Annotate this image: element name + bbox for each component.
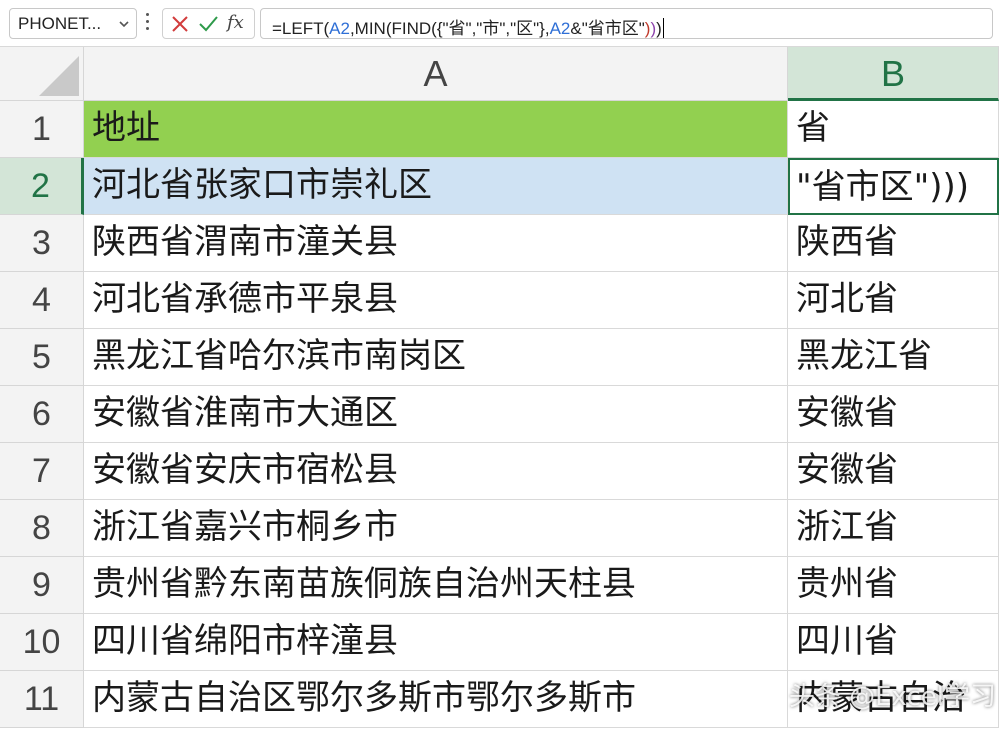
cell-a[interactable]: 地址 [84, 101, 788, 158]
column-header-b[interactable]: B [788, 47, 999, 101]
formula-token: ,MIN(FIND({"省","市","区"}, [349, 19, 550, 38]
cell-a[interactable]: 安徽省安庆市宿松县 [84, 443, 788, 500]
cell-b[interactable]: 陕西省 [788, 215, 999, 272]
row-header[interactable]: 5 [0, 329, 84, 386]
name-box-value: PHONET... [18, 14, 102, 33]
cell-b[interactable]: 浙江省 [788, 500, 999, 557]
cell-a[interactable]: 陕西省渭南市潼关县 [84, 215, 788, 272]
cell-b[interactable]: 贵州省 [788, 557, 999, 614]
formula-text: =LEFT(A2,MIN(FIND({"省","市","区"},A2&"省市区"… [272, 14, 664, 39]
formula-token: A2 [329, 19, 350, 38]
row-header[interactable]: 6 [0, 386, 84, 443]
formula-token: ) [656, 19, 662, 38]
cell-b[interactable]: 黑龙江省 [788, 329, 999, 386]
formula-actions: fx [162, 8, 255, 39]
cell-b[interactable]: 内蒙古自治 头条 @Excel学习 [788, 671, 999, 728]
cell-a[interactable]: 贵州省黔东南苗族侗族自治州天柱县 [84, 557, 788, 614]
close-icon[interactable] [169, 14, 191, 34]
cell-b-editing[interactable]: "省市区"))) [788, 158, 999, 215]
formula-bar-area: PHONET... fx =LEFT(A2,MIN(FIND({"省","市",… [0, 0, 999, 47]
formula-token: =LEFT( [272, 19, 330, 38]
cell-a[interactable]: 黑龙江省哈尔滨市南岗区 [84, 329, 788, 386]
check-icon[interactable] [197, 14, 219, 34]
column-header-a[interactable]: A [84, 47, 788, 101]
spreadsheet-grid: A B 1 地址省 2 河北省张家口市崇礼区 "省市区"))) 3 陕西省渭南市潼关县 陕西省 4 河… [0, 47, 999, 730]
fx-icon[interactable]: fx [227, 12, 249, 33]
formula-token: A2 [549, 19, 571, 38]
name-box[interactable]: PHONET... [9, 8, 137, 39]
row-header[interactable]: 1 [0, 101, 84, 158]
row-header[interactable]: 11 [0, 671, 84, 728]
cell-a[interactable]: 内蒙古自治区鄂尔多斯市鄂尔多斯市 [84, 671, 788, 728]
formula-token: &"省市区" [570, 19, 645, 38]
cell-a[interactable]: 河北省张家口市崇礼区 [84, 158, 788, 215]
row-header[interactable]: 8 [0, 500, 84, 557]
formula-input[interactable]: =LEFT(A2,MIN(FIND({"省","市","区"},A2&"省市区"… [260, 8, 993, 39]
cell-b[interactable]: 省 [788, 101, 999, 158]
row-header[interactable]: 3 [0, 215, 84, 272]
cell-a[interactable]: 浙江省嘉兴市桐乡市 [84, 500, 788, 557]
cell-b[interactable]: 四川省 [788, 614, 999, 671]
cell-a[interactable]: 河北省承德市平泉县 [84, 272, 788, 329]
cell-b[interactable]: 安徽省 [788, 386, 999, 443]
cell-b[interactable]: 安徽省 [788, 443, 999, 500]
row-header[interactable]: 4 [0, 272, 84, 329]
row-header[interactable]: 7 [0, 443, 84, 500]
watermark: 头条 @Excel学习 [788, 682, 996, 712]
row-header[interactable]: 10 [0, 614, 84, 671]
row-header[interactable]: 2 [0, 158, 84, 215]
cell-a[interactable]: 四川省绵阳市梓潼县 [84, 614, 788, 671]
cell-a[interactable]: 安徽省淮南市大通区 [84, 386, 788, 443]
select-all-corner[interactable] [0, 47, 84, 101]
chevron-down-icon[interactable] [118, 18, 130, 30]
kebab-icon[interactable] [145, 13, 151, 33]
row-header[interactable]: 9 [0, 557, 84, 614]
cell-b[interactable]: 河北省 [788, 272, 999, 329]
text-cursor [662, 18, 664, 38]
